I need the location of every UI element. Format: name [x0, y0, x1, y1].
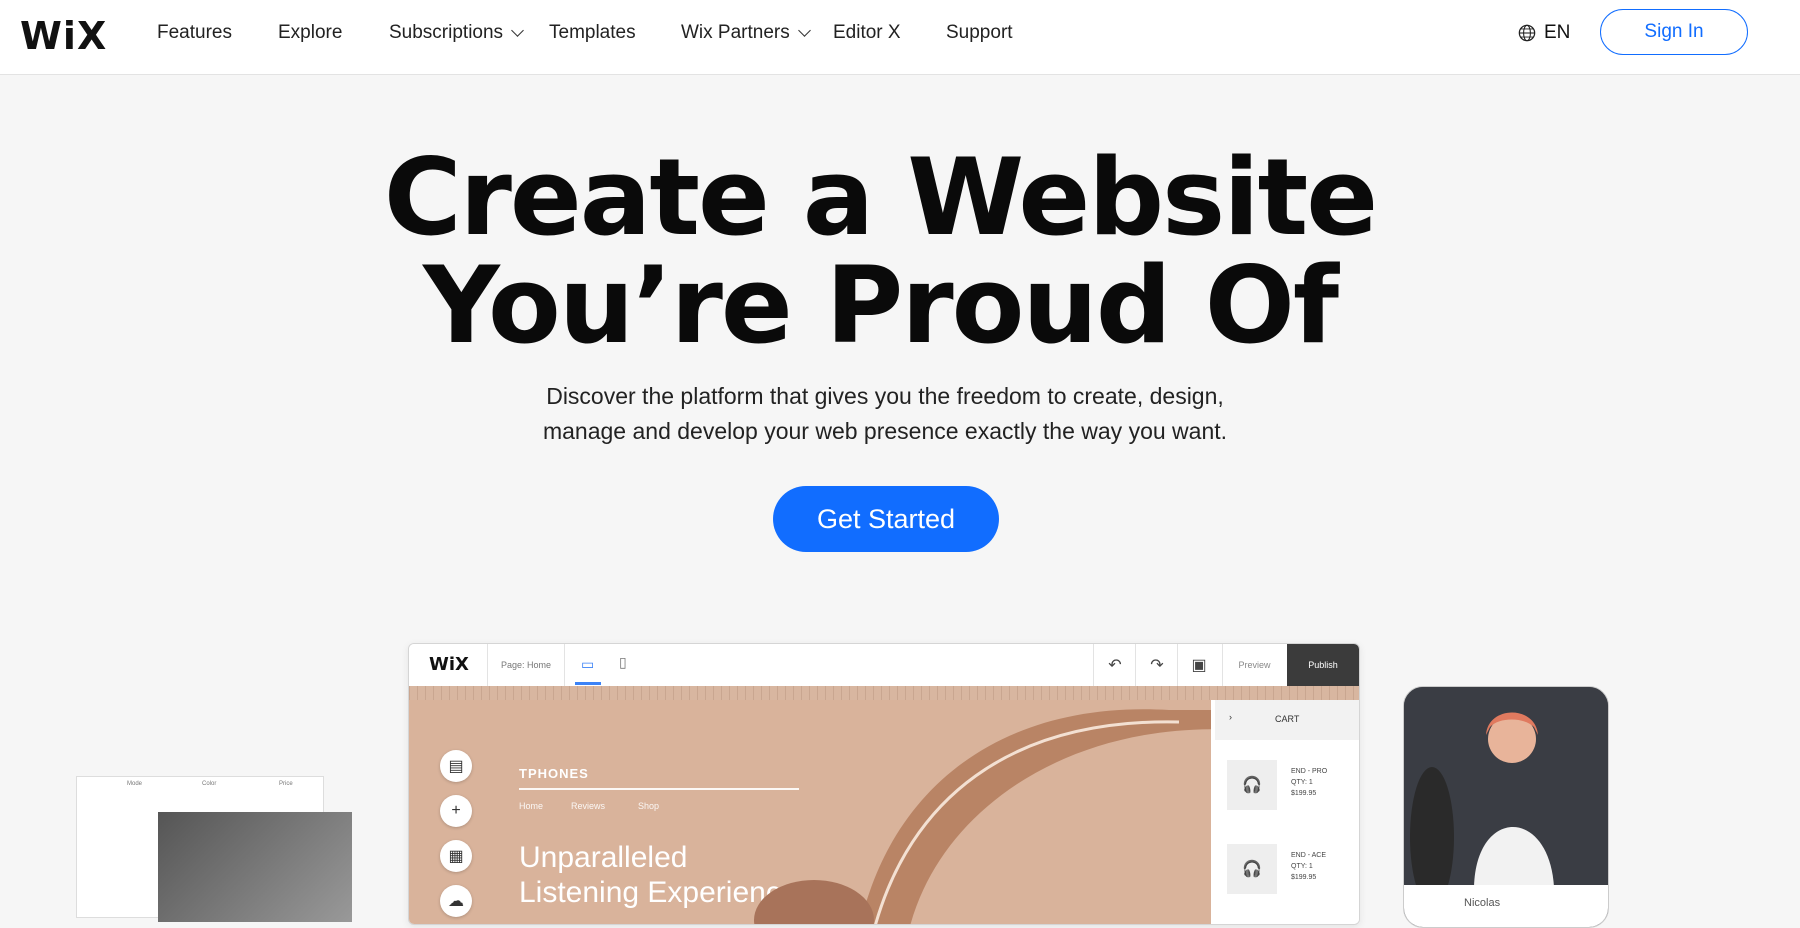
cart-item: END - ACE QTY: 1 $199.95 — [1291, 850, 1326, 883]
profile-name: Nicolas — [1464, 897, 1501, 909]
sheet-header-price: Price — [279, 781, 293, 787]
editor-toolbar: WiX Page: Home ▭ ▯ ↶ ↷ ▣ Preview Publish — [409, 644, 1359, 687]
site-menu-reviews: Reviews — [571, 801, 606, 811]
preview-button: Preview — [1222, 644, 1286, 686]
ruler — [409, 686, 1359, 700]
get-started-button[interactable]: Get Started — [773, 486, 999, 552]
hero-subtitle-line1: Discover the platform that gives you the… — [546, 383, 1224, 409]
cart-item: END - PRO QTY: 1 $199.95 — [1291, 766, 1327, 799]
wix-logo[interactable]: WiX — [20, 14, 107, 58]
cart-item-price: $199.95 — [1291, 874, 1317, 881]
hero-title-line1: Create a Website — [383, 136, 1378, 259]
sheet-header-color: Color — [202, 781, 217, 787]
site-brand: TPHONES — [519, 766, 589, 781]
nav-label: Subscriptions — [389, 22, 504, 43]
sheet-image — [158, 812, 352, 922]
site-menu-shop: Shop — [638, 801, 660, 811]
nav-wix-partners[interactable]: Wix Partners — [681, 22, 811, 44]
chevron-down-icon — [511, 23, 524, 37]
nav-label: Editor X — [833, 22, 901, 43]
pages-icon: ▤ — [440, 750, 472, 782]
phone-mockup: Nicolas — [1403, 686, 1609, 928]
redo-icon: ↷ — [1135, 644, 1178, 686]
publish-button: Publish — [1287, 644, 1359, 686]
hero-subtitle-line2: manage and develop your web presence exa… — [542, 418, 1228, 444]
nav-subscriptions[interactable]: Subscriptions — [389, 22, 524, 44]
nav-label: Features — [157, 22, 232, 43]
editor-logo: WiX — [429, 654, 469, 675]
chevron-down-icon — [797, 23, 811, 37]
apps-icon: ▦ — [440, 840, 472, 872]
site-canvas: ▤ + ▦ ☁ TPHONES Home Reviews Shop Unpara… — [409, 700, 1211, 924]
desktop-icon: ▭ — [581, 656, 595, 672]
nav-templates[interactable]: Templates — [549, 22, 636, 44]
language-selector[interactable]: EN — [1518, 22, 1570, 44]
nav-support[interactable]: Support — [946, 22, 1013, 44]
profile-strip — [1404, 885, 1608, 927]
nav-explore[interactable]: Explore — [278, 22, 342, 44]
sheet-header-mode: Mode — [127, 781, 143, 787]
editor-mockup: WiX Page: Home ▭ ▯ ↶ ↷ ▣ Preview Publish… — [408, 643, 1360, 925]
top-navigation: WiX Features Explore Subscriptions Templ… — [0, 0, 1800, 75]
active-view-indicator — [575, 682, 601, 685]
cart-item-name: END - PRO — [1291, 768, 1328, 775]
nav-label: Wix Partners — [681, 22, 790, 43]
headphones-image — [754, 709, 1211, 924]
upload-icon: ☁ — [440, 885, 472, 917]
language-label: EN — [1544, 22, 1571, 43]
nav-label: Templates — [549, 22, 636, 43]
cart-header: › CART — [1215, 700, 1359, 740]
undo-icon: ↶ — [1093, 644, 1136, 686]
sign-in-button[interactable]: Sign In — [1600, 9, 1748, 55]
cart-item-price: $199.95 — [1291, 790, 1317, 797]
add-icon: + — [440, 795, 472, 827]
globe-icon — [1518, 24, 1536, 42]
chevron-right-icon: › — [1229, 712, 1232, 722]
page-selector: Page: Home — [487, 644, 565, 686]
headphones-blue-icon: 🎧 — [1227, 844, 1277, 894]
cart-title: CART — [1275, 714, 1300, 724]
nav-label: Support — [946, 22, 1013, 43]
nav-editor-x[interactable]: Editor X — [833, 22, 901, 44]
cart-item-name: END - ACE — [1291, 852, 1327, 859]
site-menu-home: Home — [519, 801, 544, 811]
cart-item-qty: QTY: 1 — [1291, 863, 1313, 870]
hero-title-line2: You’re Proud Of — [423, 244, 1339, 367]
cart-panel: › CART 🎧 END - PRO QTY: 1 $199.95 🎧 END … — [1215, 700, 1359, 924]
nav-label: Explore — [278, 22, 343, 43]
cart-item-qty: QTY: 1 — [1291, 779, 1313, 786]
headphones-black-icon: 🎧 — [1227, 760, 1277, 810]
nav-features[interactable]: Features — [157, 22, 232, 44]
save-icon: ▣ — [1177, 644, 1220, 686]
mobile-icon: ▯ — [619, 654, 627, 670]
person-photo — [1404, 687, 1608, 887]
